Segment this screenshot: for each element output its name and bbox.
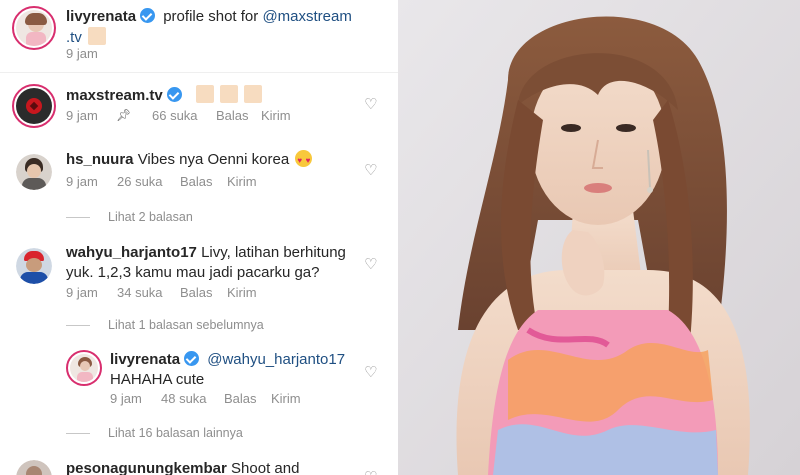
caption-mention-continued[interactable]: .tv: [66, 29, 82, 46]
comment-avatar-hs-nuura[interactable]: [16, 154, 52, 190]
comment-time: 9 jam: [66, 108, 98, 123]
comment-username[interactable]: wahyu_harjanto17: [66, 244, 197, 261]
heart-eyes-emoji-icon: [295, 150, 313, 171]
comment-body-wahyu: wahyu_harjanto17 Livy, latihan berhitung…: [66, 243, 376, 283]
send-button[interactable]: Kirim: [261, 108, 291, 123]
comment-body-pesonagunungkembar: pesonagunungkembar Shoot and: [66, 459, 376, 475]
reply-button[interactable]: Balas: [180, 174, 213, 189]
verified-badge-icon: [140, 8, 156, 23]
reply-text: HAHAHA cute: [110, 371, 205, 388]
comment-meta: 9 jam 34 suka Balas Kirim: [66, 285, 366, 301]
view-replies-link[interactable]: Lihat 2 balasan: [66, 210, 193, 224]
comment-meta: 9 jam 26 suka Balas Kirim: [66, 174, 366, 190]
comment-likes[interactable]: 26 suka: [117, 174, 163, 189]
comment-text-line1: Livy, latihan berhitung: [201, 244, 346, 261]
heart-outline-icon[interactable]: ♡: [364, 257, 377, 272]
comment-text: Vibes nya Oenni korea: [137, 151, 290, 168]
comment-likes[interactable]: 34 suka: [117, 285, 163, 300]
comment-meta: 9 jam 📌︎ 66 suka Balas Kirim: [66, 108, 366, 124]
comment-username[interactable]: pesonagunungkembar: [66, 460, 227, 475]
post-photo: [398, 0, 800, 475]
send-button[interactable]: Kirim: [227, 174, 257, 189]
reply-meta: 9 jam 48 suka Balas Kirim: [110, 391, 370, 407]
caption-username[interactable]: livyrenata: [66, 8, 136, 25]
reply-username[interactable]: livyrenata: [110, 351, 180, 368]
send-button[interactable]: Kirim: [271, 391, 301, 406]
portrait-image: [398, 0, 800, 475]
reply-time: 9 jam: [110, 391, 142, 406]
comment-time: 9 jam: [66, 174, 98, 189]
caption-avatar[interactable]: [12, 6, 56, 50]
comment-body-maxstream: maxstream.tv: [66, 85, 262, 106]
caption-divider: [0, 72, 398, 73]
caption-body: profile shot for: [163, 8, 259, 25]
send-button[interactable]: Kirim: [227, 285, 257, 300]
skin-tone-emoji-icon: [87, 27, 106, 45]
comment-time: 9 jam: [66, 285, 98, 300]
comment-username[interactable]: hs_nuura: [66, 151, 134, 168]
view-previous-replies-link[interactable]: Lihat 1 balasan sebelumnya: [66, 318, 264, 332]
skin-tone-emoji-icon: [243, 85, 262, 103]
caption-text: livyrenata profile shot for @maxstream .…: [66, 7, 386, 48]
heart-outline-icon[interactable]: ♡: [364, 470, 377, 475]
reply-button[interactable]: Balas: [224, 391, 257, 406]
skin-tone-emoji-icon: [195, 85, 214, 103]
reply-mention[interactable]: @wahyu_harjanto17: [207, 351, 345, 368]
view-more-replies-link[interactable]: Lihat 16 balasan lainnya: [66, 426, 243, 440]
comments-panel: livyrenata profile shot for @maxstream .…: [0, 0, 398, 475]
heart-outline-icon[interactable]: ♡: [364, 97, 377, 112]
reply-button[interactable]: Balas: [216, 108, 249, 123]
caption-mention[interactable]: @maxstream: [262, 8, 351, 25]
reply-likes[interactable]: 48 suka: [161, 391, 207, 406]
heart-outline-icon[interactable]: ♡: [364, 365, 377, 380]
comment-body-hs-nuura: hs_nuura Vibes nya Oenni korea: [66, 150, 313, 171]
comment-avatar-pesonagunungkembar[interactable]: [16, 460, 52, 475]
comment-text-line2: yuk. 1,2,3 kamu mau jadi pacarku ga?: [66, 264, 320, 281]
caption-time: 9 jam: [66, 46, 98, 61]
reply-button[interactable]: Balas: [180, 285, 213, 300]
comment-avatar-wahyu[interactable]: [16, 248, 52, 284]
comment-avatar-maxstream[interactable]: [12, 84, 56, 128]
verified-badge-icon: [184, 351, 200, 366]
comment-likes[interactable]: 66 suka: [152, 108, 198, 123]
pin-icon[interactable]: 📌︎: [116, 108, 131, 122]
reply-body-livyrenata: livyrenata @wahyu_harjanto17 HAHAHA cute: [110, 350, 380, 390]
comment-username[interactable]: maxstream.tv: [66, 87, 163, 104]
skin-tone-emoji-icon: [219, 85, 238, 103]
heart-outline-icon[interactable]: ♡: [364, 163, 377, 178]
comment-text: Shoot and: [231, 460, 300, 475]
verified-badge-icon: [166, 87, 182, 102]
reply-avatar-livyrenata[interactable]: [66, 350, 102, 386]
